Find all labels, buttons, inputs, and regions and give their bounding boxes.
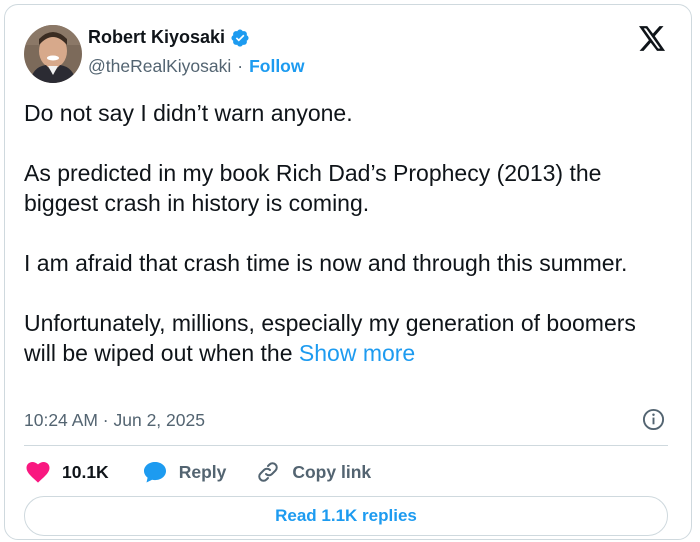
handle-separator: · — [237, 56, 244, 76]
link-icon — [258, 462, 279, 482]
author-name[interactable]: Robert Kiyosaki — [88, 27, 225, 48]
tweet-paragraph: As predicted in my book Rich Dad’s Proph… — [24, 160, 602, 216]
divider — [24, 445, 668, 446]
info-icon[interactable] — [642, 408, 665, 431]
like-button[interactable]: 10.1K — [26, 461, 109, 483]
speech-bubble-icon — [143, 461, 166, 482]
tweet-paragraph: I am afraid that crash time is now and t… — [24, 250, 628, 276]
verified-badge-icon — [230, 28, 250, 48]
tweet-timestamp[interactable]: 10:24 AM · Jun 2, 2025 — [24, 410, 205, 431]
tweet-body: Do not say I didn’t warn anyone. As pred… — [24, 98, 664, 368]
follow-button[interactable]: Follow — [249, 56, 304, 77]
show-more-link[interactable]: Show more — [299, 340, 415, 366]
avatar-image — [24, 25, 82, 83]
copy-link-label: Copy link — [292, 461, 372, 482]
read-replies-button[interactable]: Read 1.1K replies — [24, 496, 668, 536]
author-handle[interactable]: @theRealKiyosaki — [88, 56, 231, 77]
read-replies-label: Read 1.1K replies — [275, 506, 417, 525]
x-logo-icon[interactable] — [639, 26, 666, 51]
avatar[interactable] — [24, 25, 82, 83]
tweet-paragraph: Do not say I didn’t warn anyone. — [24, 100, 353, 126]
copy-link-button[interactable]: Copy link — [256, 460, 371, 484]
reply-label: Reply — [178, 461, 227, 482]
heart-icon — [26, 462, 50, 483]
handle-row: @theRealKiyosaki · Follow — [88, 56, 304, 77]
action-bar: 10.1K Reply Copy link — [24, 458, 371, 486]
reply-button[interactable]: Reply — [143, 461, 227, 484]
tweet-paragraph-last: Unfortunately, millions, especially my g… — [24, 308, 664, 368]
like-count: 10.1K — [62, 461, 109, 482]
author-name-row: Robert Kiyosaki — [88, 27, 250, 48]
